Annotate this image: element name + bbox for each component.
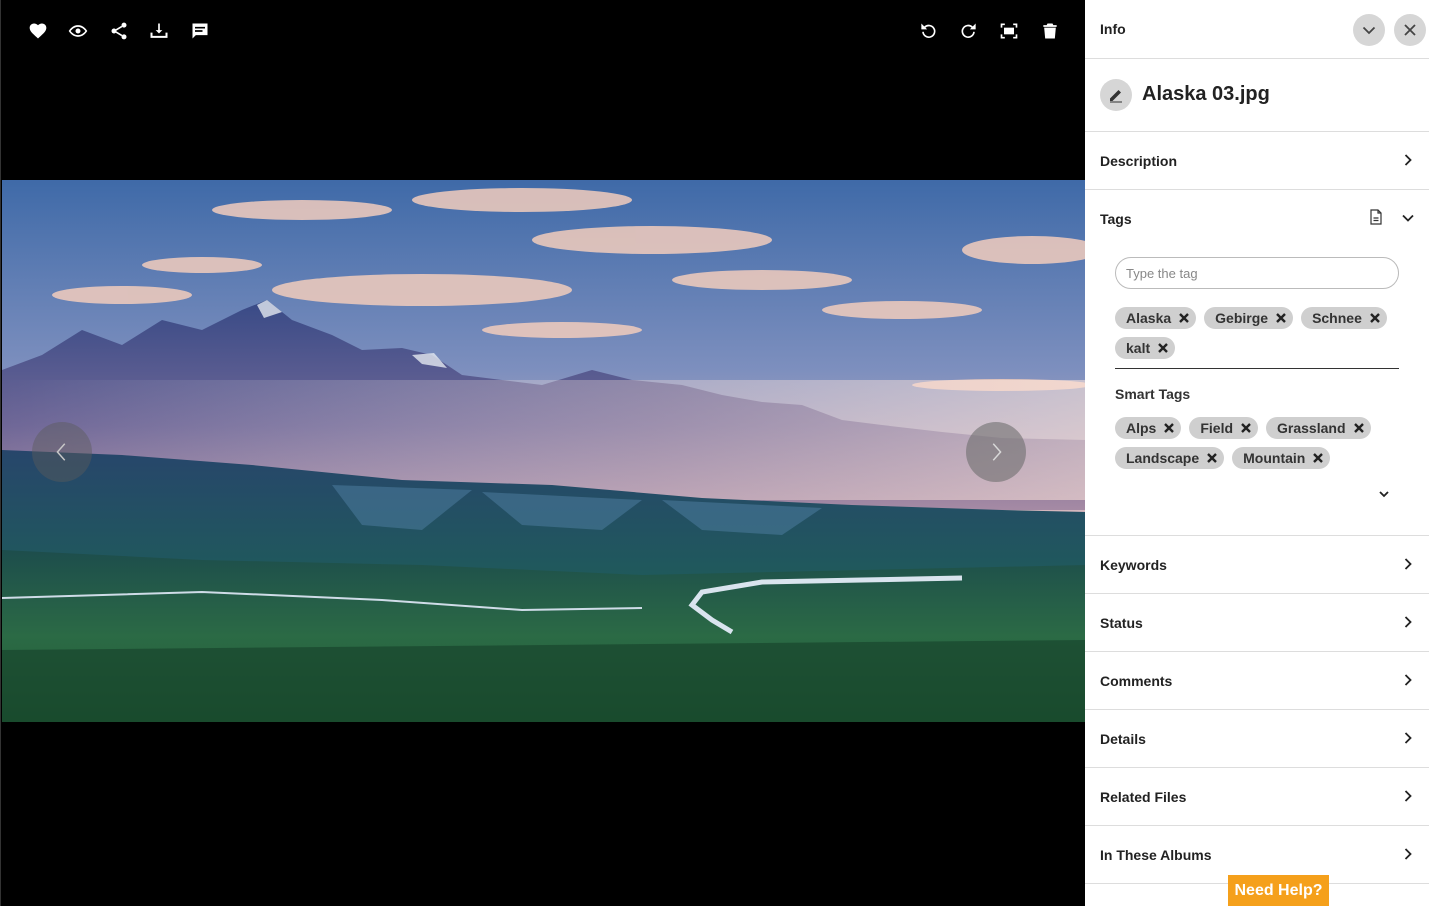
chevron-right-icon: [1404, 674, 1412, 686]
smart-tags-label: Smart Tags: [1115, 386, 1191, 402]
chevron-left-icon: [56, 443, 66, 461]
close-icon: [1404, 24, 1416, 36]
tag-chip: Alaska: [1115, 307, 1197, 329]
trash-icon: [1043, 23, 1057, 39]
tags-divider: [1115, 368, 1399, 369]
chevron-down-icon[interactable]: [1377, 487, 1391, 501]
image-viewer: [0, 0, 1086, 906]
chevron-right-icon: [1404, 732, 1412, 744]
section-label: Details: [1100, 731, 1146, 747]
section-comments[interactable]: Comments: [1085, 652, 1429, 710]
chevron-right-icon: [992, 443, 1002, 461]
tag-chip-label: Alaska: [1126, 310, 1172, 326]
rotate-left-button[interactable]: [913, 16, 943, 46]
share-icon: [111, 22, 127, 40]
download-icon: [150, 23, 168, 38]
chevron-right-icon: [1404, 558, 1412, 570]
tag-chip: Gebirge: [1204, 307, 1294, 329]
section-label: Status: [1100, 615, 1143, 631]
fit-screen-icon: [1000, 23, 1018, 39]
heart-icon: [29, 23, 47, 39]
tag-list: Alaska Gebirge Schnee kalt: [1115, 307, 1405, 359]
comment-icon: [192, 23, 208, 39]
chevron-right-icon: [1404, 790, 1412, 802]
next-image-button[interactable]: [966, 422, 1026, 482]
tag-chip-label: kalt: [1126, 340, 1151, 356]
info-panel-header: Info: [1085, 0, 1429, 59]
smart-tag-list: Alps Field Grassland Landscape Mountain: [1115, 417, 1405, 469]
section-related-files[interactable]: Related Files: [1085, 768, 1429, 826]
tag-input[interactable]: [1115, 257, 1399, 289]
tag-chip: kalt: [1115, 337, 1176, 359]
smart-tag-chip-label: Alps: [1126, 420, 1157, 436]
preview-button[interactable]: [63, 16, 93, 46]
pencil-icon: [1110, 90, 1122, 103]
tag-chip-label: Gebirge: [1215, 310, 1269, 326]
section-label: Comments: [1100, 673, 1173, 689]
document-icon[interactable]: [1369, 209, 1383, 225]
rotate-right-icon: [961, 23, 976, 38]
chevron-down-icon[interactable]: [1401, 211, 1415, 225]
section-label: Related Files: [1100, 789, 1187, 805]
download-button[interactable]: [144, 16, 174, 46]
delete-button[interactable]: [1035, 16, 1065, 46]
share-button[interactable]: [104, 16, 134, 46]
smart-tag-chip: Landscape: [1115, 447, 1225, 469]
tags-section: Tags AlaskaGebirgeSchneekalt Smart Tags …: [1085, 190, 1429, 536]
info-panel-title: Info: [1100, 21, 1126, 37]
edit-file-name-button[interactable]: [1100, 79, 1132, 111]
section-label: Description: [1100, 153, 1178, 169]
collapse-panel-button[interactable]: [1353, 14, 1385, 46]
remove-tag-icon[interactable]: [1206, 452, 1218, 464]
comment-button[interactable]: [185, 16, 215, 46]
smart-tag-chip-label: Grassland: [1277, 420, 1346, 436]
remove-tag-icon[interactable]: [1178, 312, 1190, 324]
eye-icon: [68, 25, 88, 37]
smart-tag-chip: Field: [1189, 417, 1259, 439]
favorite-button[interactable]: [23, 16, 53, 46]
smart-tag-chip: Alps: [1115, 417, 1182, 439]
smart-tag-chip-label: Landscape: [1126, 450, 1200, 466]
remove-tag-icon[interactable]: [1369, 312, 1381, 324]
tag-chip: Schnee: [1301, 307, 1387, 329]
smart-tag-chip-label: Mountain: [1243, 450, 1306, 466]
remove-tag-icon[interactable]: [1240, 422, 1252, 434]
smart-tag-chip-label: Field: [1200, 420, 1234, 436]
smart-tag-chip: Grassland: [1266, 417, 1371, 439]
file-name: Alaska 03.jpg: [1142, 83, 1270, 105]
previous-image-button[interactable]: [32, 422, 92, 482]
chevron-right-icon: [1404, 154, 1412, 166]
chevron-down-icon: [1362, 26, 1376, 35]
chevron-right-icon: [1404, 616, 1412, 628]
remove-tag-icon[interactable]: [1312, 452, 1324, 464]
fit-screen-button[interactable]: [994, 16, 1024, 46]
photo-alaska-landscape: [2, 180, 1086, 722]
remove-tag-icon[interactable]: [1163, 422, 1175, 434]
section-keywords[interactable]: Keywords: [1085, 536, 1429, 594]
section-label: Keywords: [1100, 557, 1167, 573]
close-panel-button[interactable]: [1394, 14, 1426, 46]
tag-chip-label: Schnee: [1312, 310, 1362, 326]
info-panel: Info Alaska 03.jpg Description Tags Alas…: [1085, 0, 1429, 906]
chevron-right-icon: [1404, 848, 1412, 860]
section-label: In These Albums: [1100, 847, 1212, 863]
smart-tag-chip: Mountain: [1232, 447, 1331, 469]
rotate-right-button[interactable]: [954, 16, 984, 46]
rotate-left-icon: [921, 23, 936, 38]
remove-tag-icon[interactable]: [1353, 422, 1365, 434]
remove-tag-icon[interactable]: [1157, 342, 1169, 354]
section-status[interactable]: Status: [1085, 594, 1429, 652]
file-name-row: Alaska 03.jpg: [1085, 59, 1429, 132]
tags-section-label: Tags: [1100, 211, 1132, 227]
remove-tag-icon[interactable]: [1275, 312, 1287, 324]
need-help-button[interactable]: Need Help?: [1228, 875, 1329, 906]
section-details[interactable]: Details: [1085, 710, 1429, 768]
section-description[interactable]: Description: [1085, 132, 1429, 190]
